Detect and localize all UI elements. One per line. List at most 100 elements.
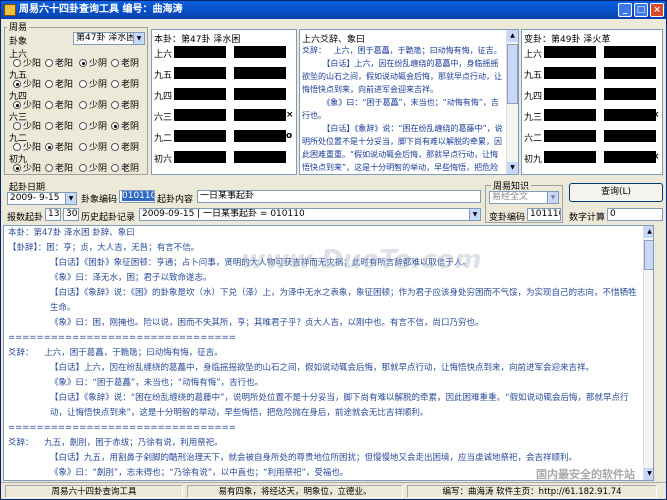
yao-line-label: 九五 [154,71,173,81]
change-mark: o [286,131,293,141]
yao-bar [234,46,286,58]
status-cell-2: 易有四象，将经达天，明象位，立德业。 [187,485,403,498]
radio-icon [79,101,87,109]
bian-gua-head: 变卦：第49卦 泽火革 [524,35,611,45]
radio-icon [45,101,53,109]
radio-icon [13,143,21,151]
yao-row: 九五 少阳 老阳 少阴 老阴 [7,68,147,90]
count-b-input[interactable]: 30 [63,208,79,221]
app-icon [4,4,16,16]
content-paragraph: 《象》曰：困，刚掩也。险以说，困而不失其所，亨；其唯君子乎？贞大人吉，以刚中也。… [50,318,484,328]
content-paragraph: 【白话】上六，因在纷乱缠绕的葛藟中，身临摇摇欲坠的山石之间，假如说动辄会后悔，那… [50,363,595,373]
title-bar[interactable]: 周易六十四卦查询工具 编号：曲海涛 _ □ × [1,1,666,19]
yao-bar [234,88,286,100]
yao-bar [174,130,226,142]
main-scrollbar[interactable]: ▲ ▼ [643,226,653,480]
num-calc-input[interactable]: 0 [607,208,663,221]
content-label: 起卦内容 [157,195,194,205]
radio-icon [13,80,21,88]
radio-icon [111,80,119,88]
yao-line-label: 上六 [154,50,173,60]
history-select[interactable]: 2009-09-15 | 一日某事起卦 = 010110 ▼ [139,208,481,221]
content-input[interactable]: 一日某事起卦 [197,190,481,203]
history-label: 历史起卦记录 [81,213,136,223]
radio-icon [45,122,53,130]
hexcode-label: 卦象编码 [81,195,118,205]
bian-code-label: 变卦编码 [489,213,526,223]
yao-line-label: 九二 [154,134,173,144]
radio-icon [79,122,87,130]
yao-bar [544,151,596,163]
yao-line-label: 六二 [524,134,543,144]
yao-bar [234,109,286,121]
content-paragraph: 爻辞： 上六，困于葛藟，于臲卼；曰动悔有悔，征吉。 [8,348,223,358]
bian-code-input[interactable]: 101110 [527,208,561,221]
gua-label: 卦象 [9,37,28,47]
radio-icon [111,59,119,67]
close-button[interactable]: × [650,3,664,17]
yao-bar [604,109,656,121]
yao-bar [604,67,656,79]
minimize-button[interactable]: _ [618,3,632,17]
radio-icon [13,122,21,130]
change-mark: × [652,110,660,120]
gua-select[interactable]: 第47卦 泽水困 ▼ [73,32,145,45]
window-title: 周易六十四卦查询工具 编号：曲海涛 [19,4,183,15]
yao-bar [544,88,596,100]
ben-gua-head: 本卦：第47卦 泽水困 [154,35,241,45]
watermark-corner: 国内最安全的软件站 [536,468,635,481]
yao-bar [174,46,226,58]
yao-bar [544,67,596,79]
count-label: 报数起卦 [7,213,44,223]
content-paragraph: ================================ [8,333,236,343]
yao-row: 上六 少阳 老阳 少阴 老阴 [7,47,147,69]
query-button[interactable]: 查询(L) [569,183,663,202]
yao-bar [234,130,286,142]
count-a-input[interactable]: 13 [45,208,61,221]
yao-group-label: 周易 [7,20,30,33]
yao-line-label: 上六 [524,50,543,60]
yao-line-label: 九三 [524,113,543,123]
radio-icon [45,59,53,67]
yao-option[interactable]: 少阳 [13,161,41,174]
radio-icon [13,59,21,67]
yao-option[interactable]: 老阴 [111,161,139,174]
radio-icon [111,143,119,151]
content-paragraph: ================================ [8,423,236,433]
yao-option[interactable]: 老阳 [45,161,73,174]
yao-line-label: 初六 [154,155,173,165]
change-mark: × [652,152,660,162]
radio-icon [79,143,87,151]
yao-bar [174,88,226,100]
yao-bar [174,67,226,79]
ben-gua-pane: 本卦：第47卦 泽水困 上六 九五 九四 六三 × 九二 o 初六 [151,29,297,175]
yao-row: 六三 少阳 老阳 少阴 老阴 [7,110,147,132]
radio-icon [45,164,53,172]
yao-bar [234,67,286,79]
yao-bar [174,109,226,121]
radio-icon [111,122,119,130]
yao-bar [544,46,596,58]
change-mark: × [286,110,294,120]
change-text-scrollbar[interactable]: ▲ ▼ [506,30,518,174]
yao-option-label: 老阴 [121,164,140,174]
num-calc-label: 数字计算 [569,213,606,223]
radio-icon [13,101,21,109]
yao-option[interactable]: 少阴 [79,161,107,174]
yao-bar [544,109,596,121]
radio-icon [111,164,119,172]
yao-line-label: 六三 [154,113,173,123]
radio-icon [13,164,21,172]
date-picker[interactable]: 2009- 9-15 ▼ [7,192,77,205]
yao-bar [604,88,656,100]
content-paragraph: 【白话】《象辞》说：“困在纷乱缠绕的葛藤中”，说明所处位置不是十分妥当，脚下尚有… [50,393,629,418]
radio-icon [79,59,87,67]
yao-bar [604,130,656,142]
yao-row: 初九 少阳 老阳 少阴 老阴 [7,152,147,174]
app-window: 周易六十四卦查询工具 编号：曲海涛 _ □ × 周易 卦象 第47卦 泽水困 ▼ … [0,0,667,500]
content-paragraph: 【白话】九五，用割鼻子剁脚的酷刑治理天下，就会被自身所处的尊贵地位所困扰；但慢慢… [50,453,578,463]
hexcode-input[interactable]: 010110 [119,190,155,203]
radio-icon [79,164,87,172]
maximize-button[interactable]: □ [634,3,648,17]
knowledge-select[interactable]: 易经全文 ▼ [489,191,559,204]
